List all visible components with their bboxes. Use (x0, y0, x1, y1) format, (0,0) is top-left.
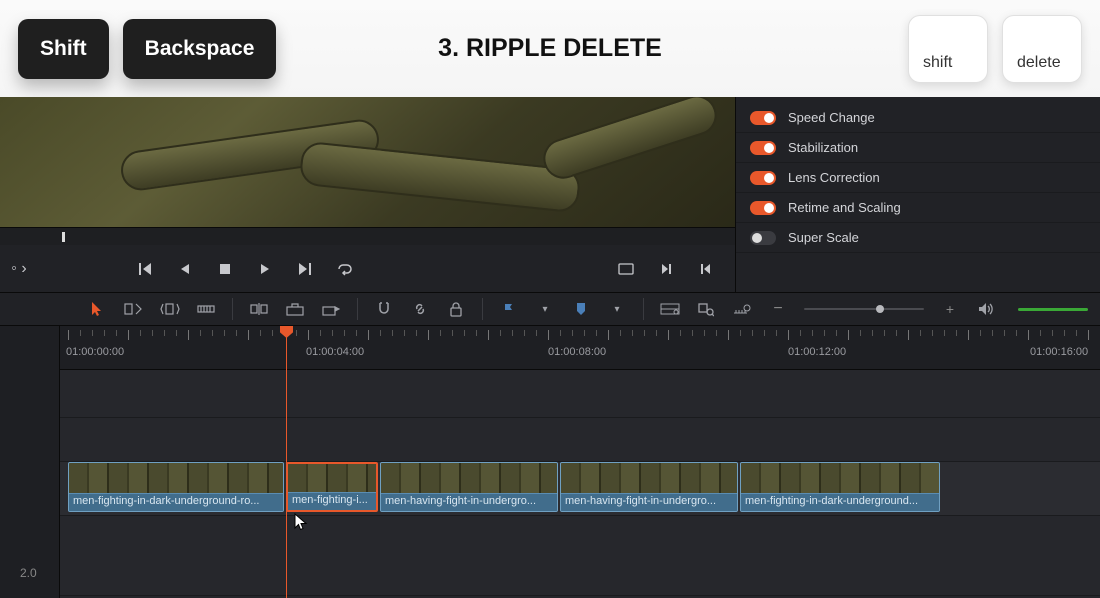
key-backspace-dark: Backspace (123, 19, 277, 79)
inspector-panel: Speed Change Stabilization Lens Correction… (735, 97, 1100, 292)
inspector-label: Speed Change (788, 110, 875, 125)
flag-blue-icon[interactable] (499, 299, 519, 319)
zoom-search-icon[interactable] (696, 299, 716, 319)
inspector-label: Lens Correction (788, 170, 880, 185)
key-delete-light: delete (1002, 15, 1082, 83)
inspector-row[interactable]: Stabilization (736, 133, 1100, 163)
inspector-row[interactable]: Retime and Scaling (736, 193, 1100, 223)
arrow-tool-icon[interactable] (88, 299, 108, 319)
match-frame-icon[interactable] (617, 260, 635, 278)
toggle-switch[interactable] (750, 171, 776, 185)
viewer-preview[interactable] (0, 97, 735, 227)
ruler-timecode: 01:00:16:00 (1030, 346, 1088, 358)
clip-label: men-having-fight-in-undergro... (561, 493, 737, 511)
inspector-row[interactable]: Lens Correction (736, 163, 1100, 193)
view-mode-icon[interactable] (660, 299, 680, 319)
timeline-toolbar: ▾ ▾ − + (0, 292, 1100, 326)
inspector-label: Super Scale (788, 230, 859, 245)
viewer-transport-bar: ◦ › (0, 245, 735, 292)
marker-blue-icon[interactable] (571, 299, 591, 319)
chevron-down-icon[interactable]: ▾ (535, 299, 555, 319)
tutorial-header: Shift Backspace 3. RIPPLE DELETE shift d… (0, 0, 1100, 97)
toggle-switch[interactable] (750, 111, 776, 125)
ruler-timecode: 01:00:00:00 (66, 346, 124, 358)
tracks-container[interactable]: 01:00:00:00 01:00:04:00 01:00:08:00 01:00:1… (60, 326, 1100, 598)
top-panels: ◦ › Speed Change Stabilization Lens Correc… (0, 97, 1100, 292)
key-shift-light: shift (908, 15, 988, 83)
track-headers: 2.0 (0, 326, 60, 598)
timeline-clip[interactable]: men-having-fight-in-undergro... (560, 462, 738, 512)
snap-icon[interactable] (374, 299, 394, 319)
zoom-in-icon[interactable]: + (940, 299, 960, 319)
inspector-label: Stabilization (788, 140, 858, 155)
zoom-out-icon[interactable]: − (768, 299, 788, 319)
clip-label: men-having-fight-in-undergro... (381, 493, 557, 511)
toggle-switch[interactable] (750, 141, 776, 155)
timeline-clip[interactable]: men-fighting-in-dark-underground... (740, 462, 940, 512)
zoom-slider[interactable] (804, 308, 924, 310)
prev-clip-icon[interactable] (697, 260, 715, 278)
track-row-empty-3[interactable] (60, 516, 1100, 596)
inspector-row[interactable]: Super Scale (736, 223, 1100, 253)
next-clip-icon[interactable] (657, 260, 675, 278)
key-shift-dark: Shift (18, 19, 109, 79)
insert-icon[interactable] (249, 299, 269, 319)
ruler-timecode: 01:00:12:00 (788, 346, 846, 358)
mouse-cursor-icon (294, 513, 310, 533)
volume-slider[interactable] (1018, 308, 1088, 311)
timeline-clip[interactable]: men-fighting-in-dark-underground-ro... (68, 462, 284, 512)
tutorial-title: 3. RIPPLE DELETE (438, 34, 662, 63)
timeline-area: 2.0 01:00:00:0001:00:04:0001:00:08:0001:… (0, 326, 1100, 598)
prev-frame-icon[interactable] (176, 260, 194, 278)
timeline-clip[interactable]: men-fighting-i... (286, 462, 378, 512)
replace-icon[interactable] (321, 299, 341, 319)
chevron-down-icon[interactable]: ▾ (607, 299, 627, 319)
clip-label: men-fighting-i... (288, 492, 376, 510)
blade-tool-icon[interactable] (196, 299, 216, 319)
clip-label: men-fighting-in-dark-underground-ro... (69, 493, 283, 511)
toggle-switch[interactable] (750, 201, 776, 215)
dynamic-trim-icon[interactable] (160, 299, 180, 319)
loop-icon[interactable] (336, 260, 354, 278)
detail-zoom-icon[interactable] (732, 299, 752, 319)
speaker-icon[interactable] (976, 299, 996, 319)
inspector-row[interactable]: Speed Change (736, 103, 1100, 133)
timeline-ruler[interactable]: 01:00:00:00 01:00:04:00 01:00:08:00 01:00:1… (60, 326, 1100, 370)
ruler-timecode: 01:00:08:00 (548, 346, 606, 358)
timeline-clip[interactable]: men-having-fight-in-undergro... (380, 462, 558, 512)
link-icon[interactable] (410, 299, 430, 319)
viewer-scrubber[interactable] (0, 227, 735, 245)
go-start-icon[interactable] (136, 260, 154, 278)
viewer-panel: ◦ › (0, 97, 735, 292)
inspector-label: Retime and Scaling (788, 200, 901, 215)
clip-label: men-fighting-in-dark-underground... (741, 493, 939, 511)
video-editor: ◦ › Speed Change Stabilization Lens Correc… (0, 97, 1100, 598)
go-end-icon[interactable] (296, 260, 314, 278)
track-row-empty-2[interactable] (60, 418, 1100, 462)
ruler-timecode: 01:00:04:00 (306, 346, 364, 358)
stop-icon[interactable] (216, 260, 234, 278)
overwrite-icon[interactable] (285, 299, 305, 319)
trim-tool-icon[interactable] (124, 299, 144, 319)
video-track[interactable]: men-fighting-in-dark-underground-ro... me… (60, 462, 1100, 516)
track-scale-label: 2.0 (20, 566, 37, 580)
play-icon[interactable] (256, 260, 274, 278)
toggle-switch[interactable] (750, 231, 776, 245)
playhead[interactable] (286, 326, 287, 598)
dot-icon[interactable]: ◦ › (10, 260, 28, 278)
track-row-empty-1[interactable] (60, 370, 1100, 418)
lock-icon[interactable] (446, 299, 466, 319)
